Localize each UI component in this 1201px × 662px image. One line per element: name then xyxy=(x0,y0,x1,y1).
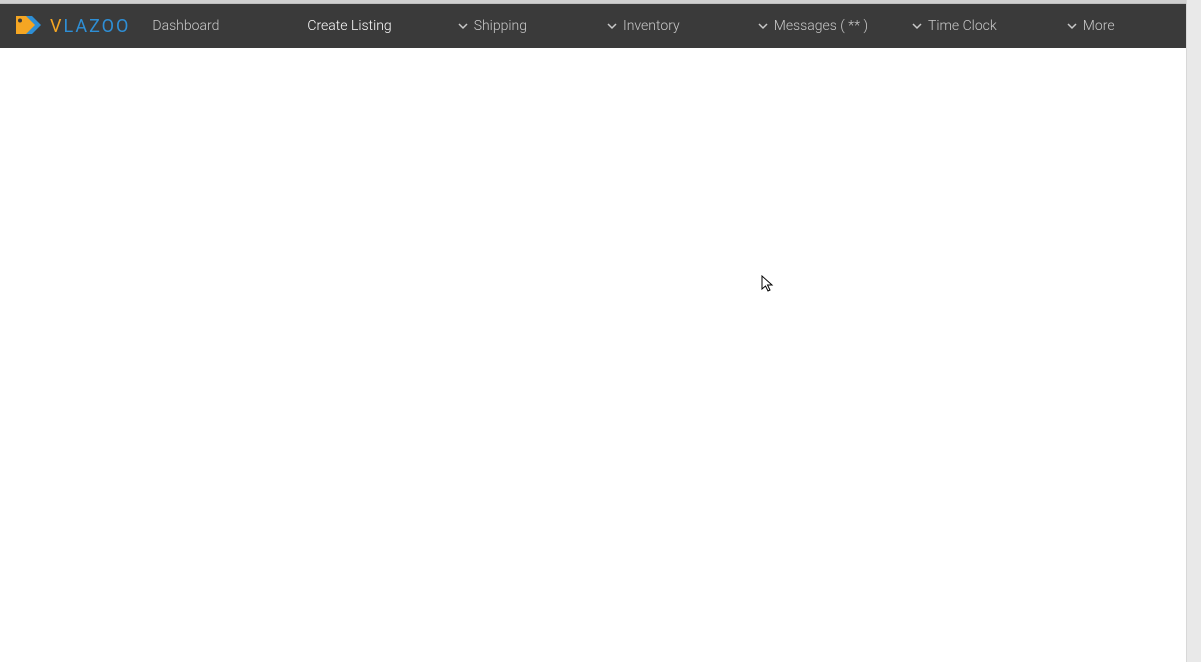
main-content xyxy=(0,48,1201,662)
nav-create-listing-label: Create Listing xyxy=(307,18,391,34)
tag-icon xyxy=(14,14,42,38)
nav-dashboard[interactable]: Dashboard xyxy=(152,18,219,34)
chevron-down-icon xyxy=(458,21,468,31)
logo-rest: LAZOO xyxy=(63,16,130,37)
nav-messages[interactable]: Messages ( ** ) xyxy=(758,18,868,34)
chevron-down-icon xyxy=(1067,21,1077,31)
nav-shipping-label: Shipping xyxy=(474,18,527,34)
chevron-down-icon xyxy=(758,21,768,31)
chevron-down-icon xyxy=(607,21,617,31)
cursor-icon xyxy=(761,275,775,297)
nav-create-listing[interactable]: Create Listing xyxy=(307,18,391,34)
nav-inventory-label: Inventory xyxy=(623,18,680,34)
scrollbar-track[interactable] xyxy=(1186,0,1201,662)
logo-text: VLAZOO xyxy=(50,16,130,37)
nav-dashboard-label: Dashboard xyxy=(152,18,219,34)
logo[interactable]: VLAZOO xyxy=(14,14,130,38)
nav-inventory[interactable]: Inventory xyxy=(607,18,680,34)
nav-more[interactable]: More xyxy=(1067,18,1115,34)
nav-more-label: More xyxy=(1083,18,1115,34)
nav-items: Dashboard Create Listing Shipping Invent… xyxy=(152,18,1181,34)
chevron-down-icon xyxy=(912,21,922,31)
nav-messages-label: Messages ( ** ) xyxy=(774,18,868,34)
logo-first-letter: V xyxy=(50,16,63,37)
navbar: VLAZOO Dashboard Create Listing Shipping… xyxy=(0,4,1201,48)
nav-time-clock[interactable]: Time Clock xyxy=(912,18,997,34)
nav-shipping[interactable]: Shipping xyxy=(458,18,527,34)
nav-time-clock-label: Time Clock xyxy=(928,18,997,34)
